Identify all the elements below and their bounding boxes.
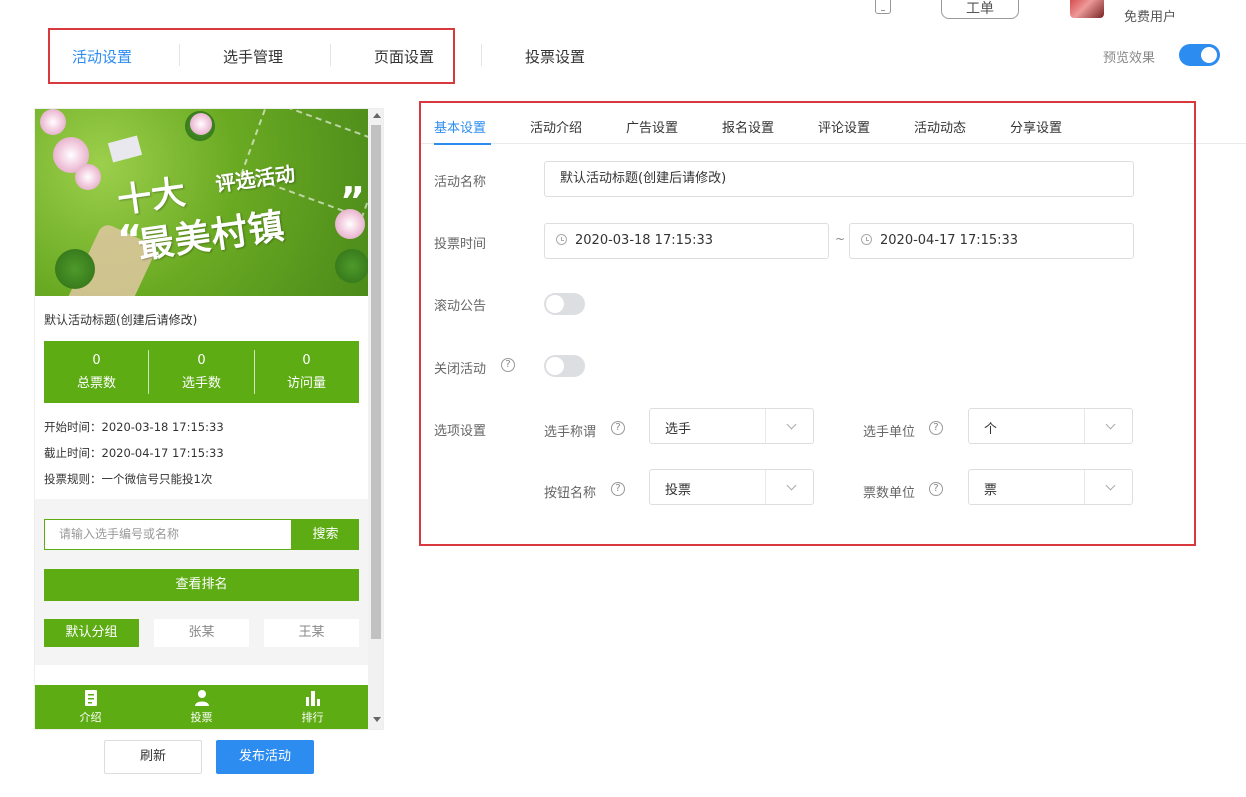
close-activity-switch[interactable] [544,355,585,377]
ticket-button[interactable]: 工单 [941,0,1019,19]
preview-toggle[interactable] [1179,44,1220,66]
help-icon[interactable]: ? [611,482,625,496]
time-separator: ~ [835,232,846,246]
options-label: 选项设置 [434,424,487,439]
end-time-input[interactable]: 2020-04-17 17:15:33 [849,223,1134,259]
nav-vote[interactable]: 投票 [146,689,257,725]
stat-visits: 0 访问量 [286,353,326,391]
chevron-down-icon [786,419,797,430]
scroll-up-icon[interactable] [373,113,381,118]
activity-name-label: 活动名称 [434,175,487,190]
contestant-title-label: 选手称谓 [544,425,597,440]
stat-contestants: 0 选手数 [181,353,221,391]
button-name-select[interactable]: 投票 [649,469,814,505]
help-icon[interactable]: ? [501,358,515,372]
phone-preview: 十大 评选活动 “ 最美村镇 ” 默认活动标题(创建后请修改) 0 总票数 0 … [34,108,384,730]
contestant-unit-select[interactable]: 个 [968,408,1133,444]
bar-chart-icon [305,691,320,706]
refresh-button[interactable]: 刷新 [104,740,202,774]
tab-divider [179,44,180,66]
button-name-label: 按钮名称 [544,486,597,501]
nav-intro[interactable]: 介绍 [35,689,146,725]
subtab-ads[interactable]: 广告设置 [626,117,678,136]
help-icon[interactable]: ? [929,482,943,496]
stat-total-votes: 0 总票数 [76,353,116,391]
tab-contestant-management[interactable]: 选手管理 [223,46,283,67]
search-button[interactable]: 搜索 [292,519,359,550]
contestant-unit-label: 选手单位 [863,425,916,440]
tab-page-settings[interactable]: 页面设置 [374,46,434,67]
tab-divider [481,44,482,66]
marquee-label: 滚动公告 [434,299,487,314]
group-zhang[interactable]: 张某 [154,619,249,647]
close-activity-label: 关闭活动 [434,362,487,377]
marquee-switch[interactable] [544,293,585,315]
group-wang[interactable]: 王某 [264,619,359,647]
chevron-down-icon [786,480,797,491]
mobile-icon[interactable] [875,0,891,14]
help-icon[interactable]: ? [611,421,625,435]
tab-activity-settings[interactable]: 活动设置 [72,46,132,67]
active-subtab-indicator [434,143,491,145]
tab-divider [330,44,331,66]
tab-vote-settings[interactable]: 投票设置 [525,46,585,67]
doc-icon [84,690,97,706]
help-icon[interactable]: ? [929,421,943,435]
stats-panel: 0 总票数 0 选手数 0 访问量 [44,341,359,403]
preview-label: 预览效果 [1103,51,1156,66]
vote-rule: 投票规则：一个微信号只能投1次 [44,472,213,486]
activity-name-input[interactable]: 默认活动标题(创建后请修改) [544,161,1134,197]
activity-title: 默认活动标题(创建后请修改) [44,313,198,327]
chevron-down-icon [1105,480,1116,491]
clock-icon [861,234,872,245]
publish-button[interactable]: 发布活动 [216,740,314,774]
subtab-signup[interactable]: 报名设置 [722,117,774,136]
banner-image: 十大 评选活动 “ 最美村镇 ” [35,109,368,296]
subtab-share[interactable]: 分享设置 [1010,117,1062,136]
scroll-thumb[interactable] [371,125,381,639]
contestant-title-select[interactable]: 选手 [649,408,814,444]
start-time: 开始时间：2020-03-18 17:15:33 [44,420,224,434]
user-name [1124,0,1128,1]
vote-time-label: 投票时间 [434,237,487,252]
group-default[interactable]: 默认分组 [44,619,139,647]
subtab-intro[interactable]: 活动介绍 [530,117,582,136]
user-type: 免费用户 [1124,10,1177,25]
subtab-news[interactable]: 活动动态 [914,117,966,136]
banner-text: 评选活动 [213,161,297,197]
chevron-down-icon [1105,419,1116,430]
end-time: 截止时间：2020-04-17 17:15:33 [44,446,224,460]
user-icon [194,690,209,706]
banner-quote: ” [340,179,365,223]
vote-unit-select[interactable]: 票 [968,469,1133,505]
start-time-input[interactable]: 2020-03-18 17:15:33 [544,223,829,259]
subtab-basic[interactable]: 基本设置 [434,117,486,136]
view-ranking-button[interactable]: 查看排名 [44,569,359,601]
bottom-nav: 介绍 投票 排行 [35,685,368,729]
nav-ranking[interactable]: 排行 [257,689,368,725]
subtab-comments[interactable]: 评论设置 [818,117,870,136]
scroll-down-icon[interactable] [373,717,381,722]
search-input[interactable]: 请输入选手编号或名称 [44,519,292,550]
avatar[interactable] [1070,0,1104,18]
vote-unit-label: 票数单位 [863,486,916,501]
clock-icon [556,234,567,245]
